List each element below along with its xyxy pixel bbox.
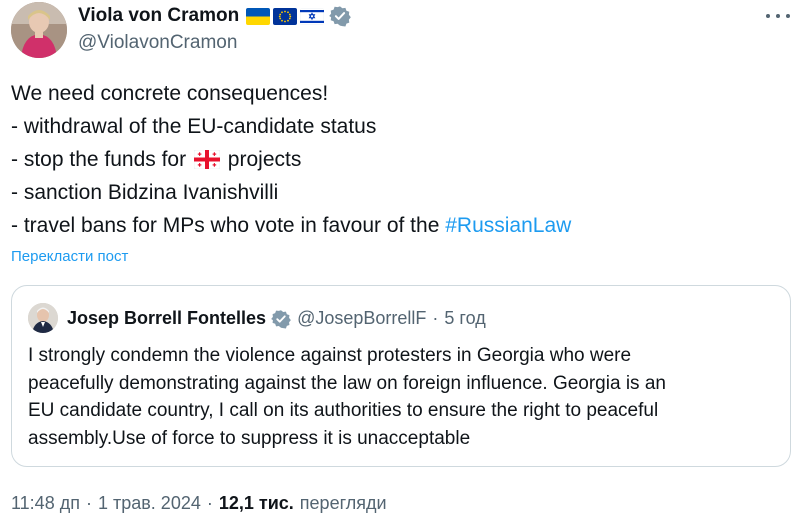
quoted-tweet-text: I strongly condemn the violence against … (28, 342, 778, 452)
tweet-line: We need concrete consequences! (11, 82, 329, 105)
quoted-tweet-header: Josep Borrell Fontelles @JosepBorrellF ·… (67, 308, 486, 329)
tweet-line-text: - stop the funds for (11, 148, 187, 171)
separator-dot: · (432, 308, 439, 328)
israel-flag-icon (300, 7, 325, 25)
tweet-line: - stop the funds for projects (11, 143, 791, 176)
georgia-flag-icon (193, 146, 221, 170)
tweet-line: - sanction Bidzina Ivanishvilli (11, 181, 279, 204)
separator-dot: · (85, 493, 92, 513)
translate-post-link[interactable]: Перекласти пост (11, 248, 128, 265)
post-date[interactable]: 1 трав. 2024 (98, 493, 201, 514)
views-count[interactable]: 12,1 тис. (219, 493, 294, 514)
tweet-meta: 11:48 дп · 1 трав. 2024 · 12,1 тис. пере… (11, 493, 387, 514)
hashtag-link[interactable]: #RussianLaw (445, 214, 571, 237)
post-time[interactable]: 11:48 дп (11, 493, 80, 514)
author-avatar[interactable] (11, 2, 67, 58)
quoted-text-line: EU candidate country, I call on its auth… (28, 400, 659, 421)
separator-dot: · (206, 493, 213, 513)
quoted-author-name[interactable]: Josep Borrell Fontelles (67, 308, 266, 329)
tweet-line-text: projects (227, 148, 302, 171)
author-display-name[interactable]: Viola von Cramon (78, 5, 239, 27)
quoted-author-avatar[interactable] (28, 303, 58, 333)
tweet-text: We need concrete consequences! - withdra… (11, 77, 791, 242)
quoted-text-line: assembly.Use of force to suppress it is … (28, 427, 471, 449)
tweet-line-text: - travel bans for MPs who vote in favour… (11, 214, 440, 237)
gray-verified-badge-icon[interactable] (329, 5, 352, 27)
quoted-author-handle[interactable]: @JosepBorrellF (297, 308, 426, 329)
quoted-text-line: peacefully demonstrating against the law… (28, 372, 666, 394)
tweet-line: - withdrawal of the EU-candidate status (11, 115, 377, 138)
gray-verified-badge-icon[interactable] (271, 309, 291, 329)
views-label: перегляди (299, 493, 387, 513)
ukraine-flag-icon (246, 7, 271, 25)
author-handle[interactable]: @ViolavonCramon (78, 32, 237, 54)
more-options-icon[interactable] (766, 6, 790, 26)
quoted-tweet[interactable]: Josep Borrell Fontelles @JosepBorrellF ·… (11, 285, 791, 467)
tweet-line: - travel bans for MPs who vote in favour… (11, 209, 791, 242)
author-flags (246, 7, 325, 25)
quoted-tweet-time[interactable]: 5 год (444, 308, 485, 329)
eu-flag-icon (273, 7, 298, 25)
author-name-row: Viola von Cramon (78, 4, 352, 28)
quoted-text-line: I strongly condemn the violence against … (28, 345, 632, 366)
